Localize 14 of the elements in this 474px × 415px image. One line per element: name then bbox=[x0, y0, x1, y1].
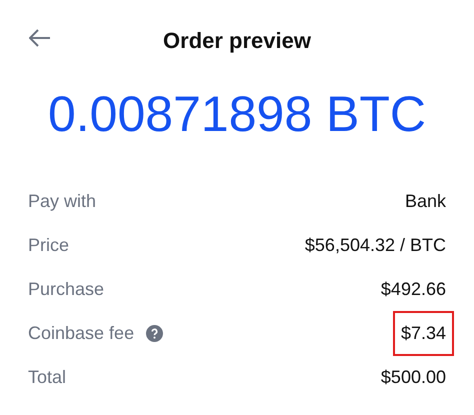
back-arrow-icon[interactable] bbox=[29, 29, 51, 47]
row-label: Price bbox=[28, 234, 70, 256]
page-title: Order preview bbox=[163, 26, 311, 55]
row-value: $500.00 bbox=[380, 366, 446, 388]
row-label: Purchase bbox=[28, 278, 104, 300]
row-value: Bank bbox=[404, 190, 446, 212]
row-value: $7.34 bbox=[392, 310, 454, 356]
help-icon[interactable] bbox=[146, 324, 164, 342]
crypto-amount: 0.00871898 BTC bbox=[48, 85, 426, 144]
row-label: Total bbox=[28, 366, 66, 388]
row-label: Pay with bbox=[28, 190, 96, 213]
row-value: $492.66 bbox=[380, 278, 446, 300]
row-value: $56,504.32 / BTC bbox=[304, 234, 446, 256]
row-label: Coinbase fee bbox=[28, 322, 134, 344]
